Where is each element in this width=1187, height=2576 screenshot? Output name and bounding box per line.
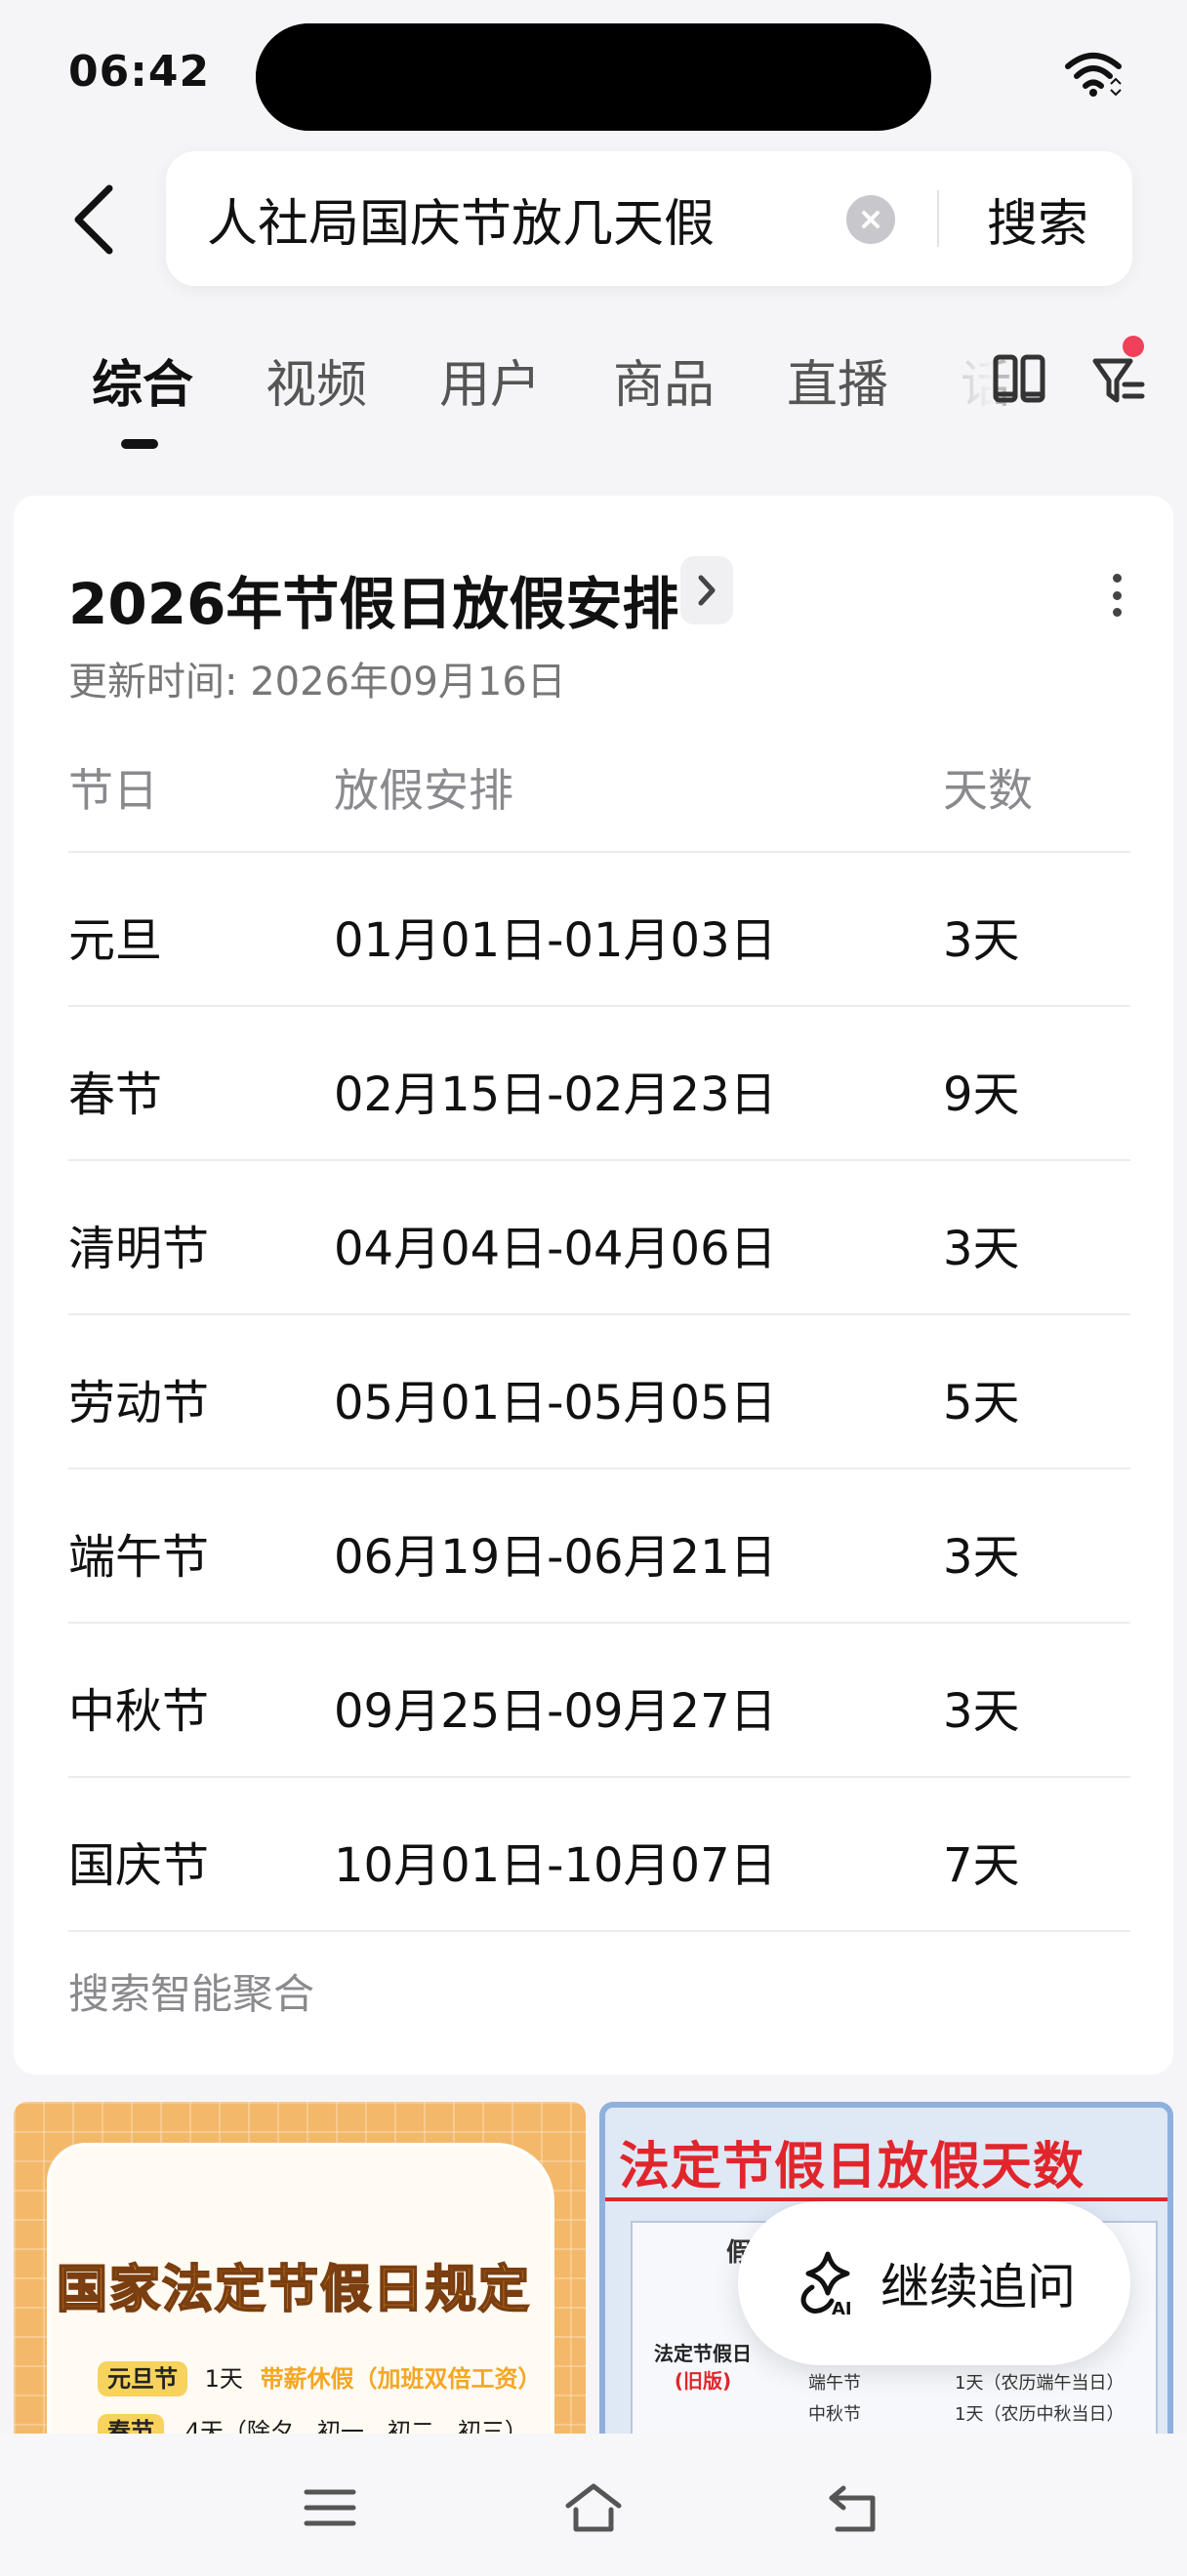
holiday-name: 清明节 bbox=[68, 1222, 210, 1276]
home-icon bbox=[565, 2483, 622, 2532]
result-tabs: 综合 视频 用户 商品 直播 话 bbox=[0, 332, 1187, 459]
return-icon bbox=[829, 2485, 876, 2532]
holiday-name: 国庆节 bbox=[68, 1838, 210, 1893]
update-time: 更新时间: 2026年09月16日 bbox=[68, 660, 566, 704]
status-time: 06:42 bbox=[68, 47, 211, 97]
holiday-name: 中秋节 bbox=[68, 1684, 210, 1739]
holiday-name: 元旦 bbox=[68, 913, 163, 968]
clear-search-button[interactable] bbox=[846, 195, 895, 244]
holiday-dates: 01月01日-01月03日 bbox=[334, 913, 777, 968]
holiday-dates: 04月04日-04月06日 bbox=[334, 1222, 777, 1276]
tab-products[interactable]: 商品 bbox=[613, 343, 715, 417]
table-header: 节日 放假安排 天数 bbox=[68, 720, 1130, 853]
image-days: 1天 bbox=[204, 2365, 243, 2393]
holiday-days: 3天 bbox=[943, 1684, 1020, 1739]
holiday-dates: 10月01日-10月07日 bbox=[334, 1838, 777, 1893]
header-holiday: 节日 bbox=[68, 764, 158, 817]
search-input[interactable] bbox=[207, 151, 832, 286]
tab-comprehensive[interactable]: 综合 bbox=[92, 343, 193, 417]
holiday-days: 5天 bbox=[943, 1376, 1020, 1430]
search-bar: 搜索 bbox=[166, 151, 1132, 286]
holiday-days: 3天 bbox=[943, 1222, 1020, 1276]
header-days: 天数 bbox=[943, 764, 1033, 817]
image-note: 带薪休假（加班双倍工资） bbox=[260, 2365, 542, 2393]
holiday-dates: 02月15日-02月23日 bbox=[334, 1067, 777, 1122]
holiday-schedule-card: 2026年节假日放假安排 更新时间: 2026年09月16日 节日 放假安排 天… bbox=[14, 496, 1173, 2074]
table-row: 国庆节 10月01日-10月07日 7天 bbox=[68, 1778, 1130, 1932]
image-cell: 端午节 bbox=[808, 2373, 861, 2394]
wifi-icon bbox=[1065, 53, 1122, 97]
table-row: 端午节 06月19日-06月21日 3天 bbox=[68, 1469, 1130, 1624]
table-row: 元旦 01月01日-01月03日 3天 bbox=[68, 853, 1130, 1007]
status-bar: 06:42 bbox=[0, 0, 1187, 146]
tab-live[interactable]: 直播 bbox=[787, 343, 888, 417]
table-row: 中秋节 09月25日-09月27日 3天 bbox=[68, 1624, 1130, 1778]
chevron-right-icon bbox=[698, 575, 716, 606]
back-nav-button[interactable] bbox=[820, 2473, 890, 2543]
card-source-label: 搜索智能聚合 bbox=[68, 1970, 315, 2018]
search-divider bbox=[937, 190, 939, 247]
back-button[interactable] bbox=[59, 176, 127, 263]
more-options-icon[interactable] bbox=[1097, 566, 1136, 624]
layout-toggle-icon[interactable] bbox=[992, 351, 1046, 406]
search-button[interactable]: 搜索 bbox=[955, 151, 1121, 286]
image-title: 法定节假日放假天数 bbox=[619, 2138, 1085, 2196]
image-cell: 1天（农历中秋当日） bbox=[955, 2404, 1125, 2425]
ai-follow-up-button[interactable]: AI 继续追问 bbox=[738, 2201, 1130, 2365]
system-navigation-bar bbox=[0, 2434, 1187, 2576]
image-pill: 春节 bbox=[98, 2414, 164, 2434]
image-side-text: 法定节假日 bbox=[654, 2342, 752, 2365]
image-side-tag: (旧版) bbox=[674, 2369, 732, 2393]
holiday-days: 9天 bbox=[943, 1067, 1020, 1122]
image-row: 元旦节 1天 带薪休假（加班双倍工资） bbox=[98, 2359, 542, 2396]
tab-fade bbox=[937, 332, 996, 429]
holiday-days: 7天 bbox=[943, 1838, 1020, 1893]
holiday-name: 端午节 bbox=[68, 1530, 210, 1585]
holiday-dates: 06月19日-06月21日 bbox=[334, 1530, 777, 1585]
holiday-name: 春节 bbox=[68, 1067, 163, 1122]
holiday-days: 3天 bbox=[943, 913, 1020, 968]
holiday-days: 3天 bbox=[943, 1530, 1020, 1585]
notification-dot bbox=[1123, 336, 1144, 357]
tab-users[interactable]: 用户 bbox=[439, 343, 541, 417]
image-row: 春节 4天（除夕、初一、初二、初三） bbox=[98, 2412, 528, 2434]
header-schedule: 放假安排 bbox=[334, 764, 513, 817]
image-headline: 国家法定节假日规定 bbox=[56, 2260, 532, 2320]
image-text: 4天（除夕、初一、初二、初三） bbox=[184, 2418, 528, 2434]
ai-button-label: 继续追问 bbox=[880, 2259, 1076, 2315]
image-cell: 1天（农历端午当日） bbox=[955, 2373, 1125, 2394]
chevron-left-icon bbox=[74, 184, 113, 255]
image-cell: 中秋节 bbox=[808, 2404, 861, 2425]
menu-icon bbox=[304, 2489, 356, 2526]
home-button[interactable] bbox=[558, 2473, 629, 2543]
menu-button[interactable] bbox=[295, 2473, 365, 2543]
ai-sparkle-icon: AI bbox=[800, 2251, 852, 2318]
table-row: 春节 02月15日-02月23日 9天 bbox=[68, 1007, 1130, 1161]
tab-video[interactable]: 视频 bbox=[266, 343, 367, 417]
holiday-dates: 09月25日-09月27日 bbox=[334, 1684, 777, 1739]
active-tab-indicator bbox=[121, 439, 158, 449]
card-title[interactable]: 2026年节假日放假安排 bbox=[68, 558, 678, 640]
image-side-label: 法定节假日 (旧版) bbox=[654, 2340, 752, 2395]
table-row: 劳动节 05月01日-05月05日 5天 bbox=[68, 1315, 1130, 1469]
holiday-table: 节日 放假安排 天数 元旦 01月01日-01月03日 3天 春节 02月15日… bbox=[68, 720, 1130, 1932]
table-row: 清明节 04月04日-04月06日 3天 bbox=[68, 1161, 1130, 1315]
image-pill: 元旦节 bbox=[98, 2361, 187, 2396]
close-icon bbox=[862, 211, 880, 228]
filter-icon[interactable] bbox=[1091, 345, 1150, 410]
ai-icon-text: AI bbox=[832, 2299, 852, 2318]
camera-notch bbox=[256, 23, 931, 131]
card-title-arrow-button[interactable] bbox=[680, 556, 733, 624]
image-result-left[interactable]: 国家法定节假日规定 元旦节 1天 带薪休假（加班双倍工资） 春节 4天（除夕、初… bbox=[14, 2102, 586, 2434]
holiday-name: 劳动节 bbox=[68, 1376, 210, 1430]
holiday-dates: 05月01日-05月05日 bbox=[334, 1376, 777, 1430]
